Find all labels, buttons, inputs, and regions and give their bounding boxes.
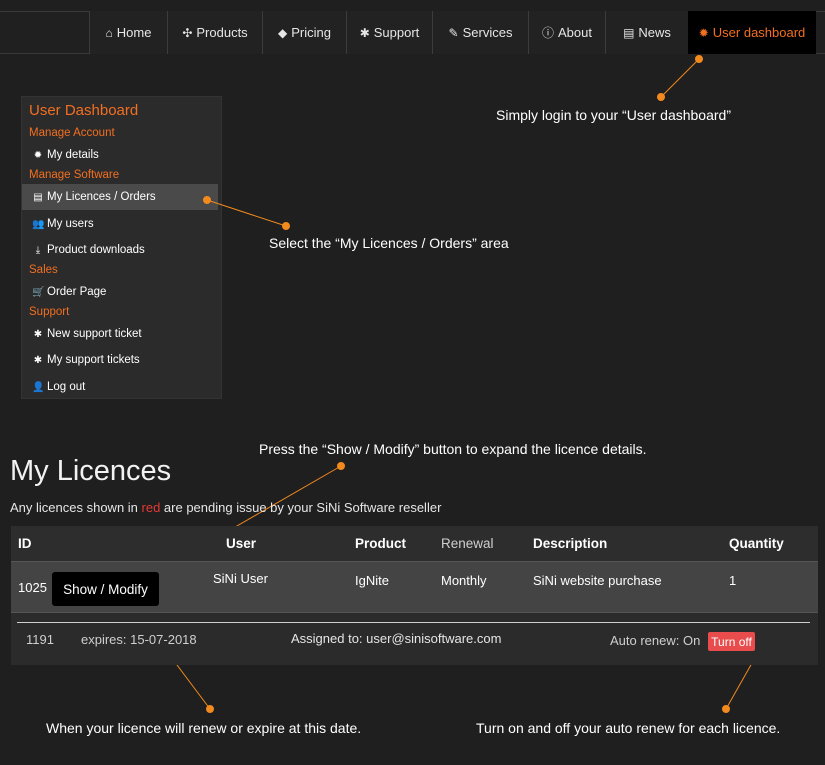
detail-assigned-to: Assigned to: user@sinisoftware.com bbox=[291, 631, 502, 646]
sidebar-item-label: My Licences / Orders bbox=[47, 191, 156, 203]
column-header-id: ID bbox=[18, 536, 32, 551]
cell-renewal: Monthly bbox=[441, 573, 487, 588]
detail-auto-renew-status: Auto renew: On bbox=[610, 633, 701, 648]
nav-news[interactable]: ▤ News bbox=[605, 11, 688, 54]
table-row: 1025 Show / Modify SiNi User IgNite Mont… bbox=[11, 561, 818, 613]
callout-dot bbox=[657, 93, 665, 101]
nav-pricing-label: Pricing bbox=[291, 25, 331, 40]
detail-id: 1191 bbox=[26, 632, 54, 647]
cell-id: 1025 bbox=[18, 580, 47, 595]
detail-expires: expires: 15-07-2018 bbox=[81, 632, 197, 647]
callout-dot bbox=[282, 222, 290, 230]
main-nav: ⌂ Home ✣ Products ◆ Pricing ✱ Support ✎ … bbox=[89, 11, 816, 54]
nav-pricing[interactable]: ◆ Pricing bbox=[262, 11, 346, 54]
newspaper-icon: ▤ bbox=[623, 25, 635, 40]
cell-quantity: 1 bbox=[729, 573, 737, 588]
nav-home-label: Home bbox=[116, 25, 152, 40]
user-times-icon: 👤 bbox=[32, 381, 45, 393]
callout-auto-renew: Turn on and off your auto renew for each… bbox=[476, 720, 781, 736]
sidebar-item-my-users[interactable]: 👥 My users bbox=[22, 211, 218, 237]
cart-icon: 🛒 bbox=[32, 286, 45, 298]
callout-press: Press the “Show / Modify” button to expa… bbox=[259, 441, 647, 457]
nav-services-label: Services bbox=[462, 25, 513, 40]
cell-product: IgNite bbox=[355, 573, 389, 588]
sidebar-item-product-downloads[interactable]: ⤓ Product downloads bbox=[22, 237, 218, 263]
wrench-icon: ✎ bbox=[448, 25, 459, 40]
puzzle-icon: ✣ bbox=[182, 25, 193, 40]
nav-about[interactable]: ⓘ About bbox=[528, 11, 605, 54]
users-icon: 👥 bbox=[32, 218, 45, 230]
gear-icon: ✹ bbox=[33, 149, 43, 161]
page-title: My Licences bbox=[10, 455, 172, 487]
tag-icon: ◆ bbox=[278, 25, 288, 40]
gear-icon: ✹ bbox=[698, 25, 709, 40]
bug-icon: ✱ bbox=[33, 354, 43, 366]
pending-notice-end: are pending issue by your SiNi Software … bbox=[160, 500, 442, 515]
cell-description: SiNi website purchase bbox=[533, 573, 662, 588]
table-header: ID User Product Renewal Description Quan… bbox=[11, 526, 818, 561]
info-icon: ⓘ bbox=[542, 26, 555, 40]
sidebar-item-my-details[interactable]: ✹ My details bbox=[22, 142, 218, 168]
sidebar-item-my-tickets[interactable]: ✱ My support tickets bbox=[22, 347, 218, 373]
column-header-product: Product bbox=[355, 536, 407, 551]
sidebar-item-label: New support ticket bbox=[47, 328, 142, 340]
nav-products[interactable]: ✣ Products bbox=[167, 11, 262, 54]
column-header-quantity: Quantity bbox=[729, 536, 784, 551]
user-dashboard-sidebar: User Dashboard Manage Account ✹ My detai… bbox=[21, 96, 222, 399]
section-manage-account: Manage Account bbox=[29, 127, 115, 139]
licence-detail-row: 1191 expires: 15-07-2018 Assigned to: us… bbox=[11, 613, 818, 665]
nav-about-label: About bbox=[558, 25, 592, 40]
callout-dot bbox=[337, 462, 345, 470]
sidebar-item-label: Order Page bbox=[47, 286, 107, 298]
sidebar-title: User Dashboard bbox=[29, 102, 139, 119]
nav-user-dashboard-label: User dashboard bbox=[712, 25, 806, 40]
show-modify-button[interactable]: Show / Modify bbox=[52, 572, 159, 606]
sidebar-item-order-page[interactable]: 🛒 Order Page bbox=[22, 279, 218, 305]
sidebar-item-label: My users bbox=[47, 218, 94, 230]
callout-renew-date: When your licence will renew or expire a… bbox=[46, 720, 362, 736]
section-manage-software: Manage Software bbox=[29, 169, 120, 181]
download-icon: ⤓ bbox=[35, 244, 41, 256]
callout-dot bbox=[722, 705, 730, 713]
callout-select: Select the “My Licences / Orders” area bbox=[269, 235, 509, 251]
column-header-description: Description bbox=[533, 536, 608, 551]
nav-home[interactable]: ⌂ Home bbox=[89, 11, 167, 54]
pending-notice-start: Any licences shown in bbox=[10, 500, 142, 515]
list-icon: ▤ bbox=[33, 191, 43, 203]
callout-login: Simply login to your “User dashboard” bbox=[496, 107, 731, 123]
nav-services[interactable]: ✎ Services bbox=[432, 11, 528, 54]
sidebar-item-log-out[interactable]: 👤 Log out bbox=[22, 374, 218, 400]
column-header-renewal: Renewal bbox=[441, 536, 494, 551]
callout-dot bbox=[206, 705, 214, 713]
turn-off-auto-renew-button[interactable]: Turn off bbox=[708, 632, 755, 651]
bug-icon: ✱ bbox=[359, 25, 370, 40]
cell-user: SiNi User bbox=[213, 571, 268, 586]
sidebar-item-label: My support tickets bbox=[47, 354, 140, 366]
nav-news-label: News bbox=[638, 25, 671, 40]
sidebar-item-label: Log out bbox=[47, 381, 86, 393]
sidebar-item-label: Product downloads bbox=[47, 244, 145, 256]
sidebar-item-my-licences[interactable]: ▤ My Licences / Orders bbox=[22, 184, 218, 210]
pending-notice: Any licences shown in red are pending is… bbox=[10, 500, 441, 515]
nav-products-label: Products bbox=[196, 25, 248, 40]
column-header-user: User bbox=[226, 536, 257, 551]
section-support: Support bbox=[29, 306, 70, 318]
sidebar-item-label: My details bbox=[47, 149, 99, 161]
home-icon: ⌂ bbox=[105, 25, 113, 40]
section-sales: Sales bbox=[29, 264, 58, 276]
divider bbox=[17, 622, 810, 623]
sidebar-item-new-ticket[interactable]: ✱ New support ticket bbox=[22, 321, 218, 347]
nav-support-label: Support bbox=[373, 25, 420, 40]
callout-dot bbox=[695, 55, 703, 63]
bug-icon: ✱ bbox=[33, 328, 43, 340]
nav-user-dashboard[interactable]: ✹ User dashboard bbox=[688, 11, 816, 54]
callout-line-login bbox=[660, 58, 700, 98]
nav-support[interactable]: ✱ Support bbox=[346, 11, 432, 54]
pending-notice-red-word: red bbox=[141, 500, 161, 515]
